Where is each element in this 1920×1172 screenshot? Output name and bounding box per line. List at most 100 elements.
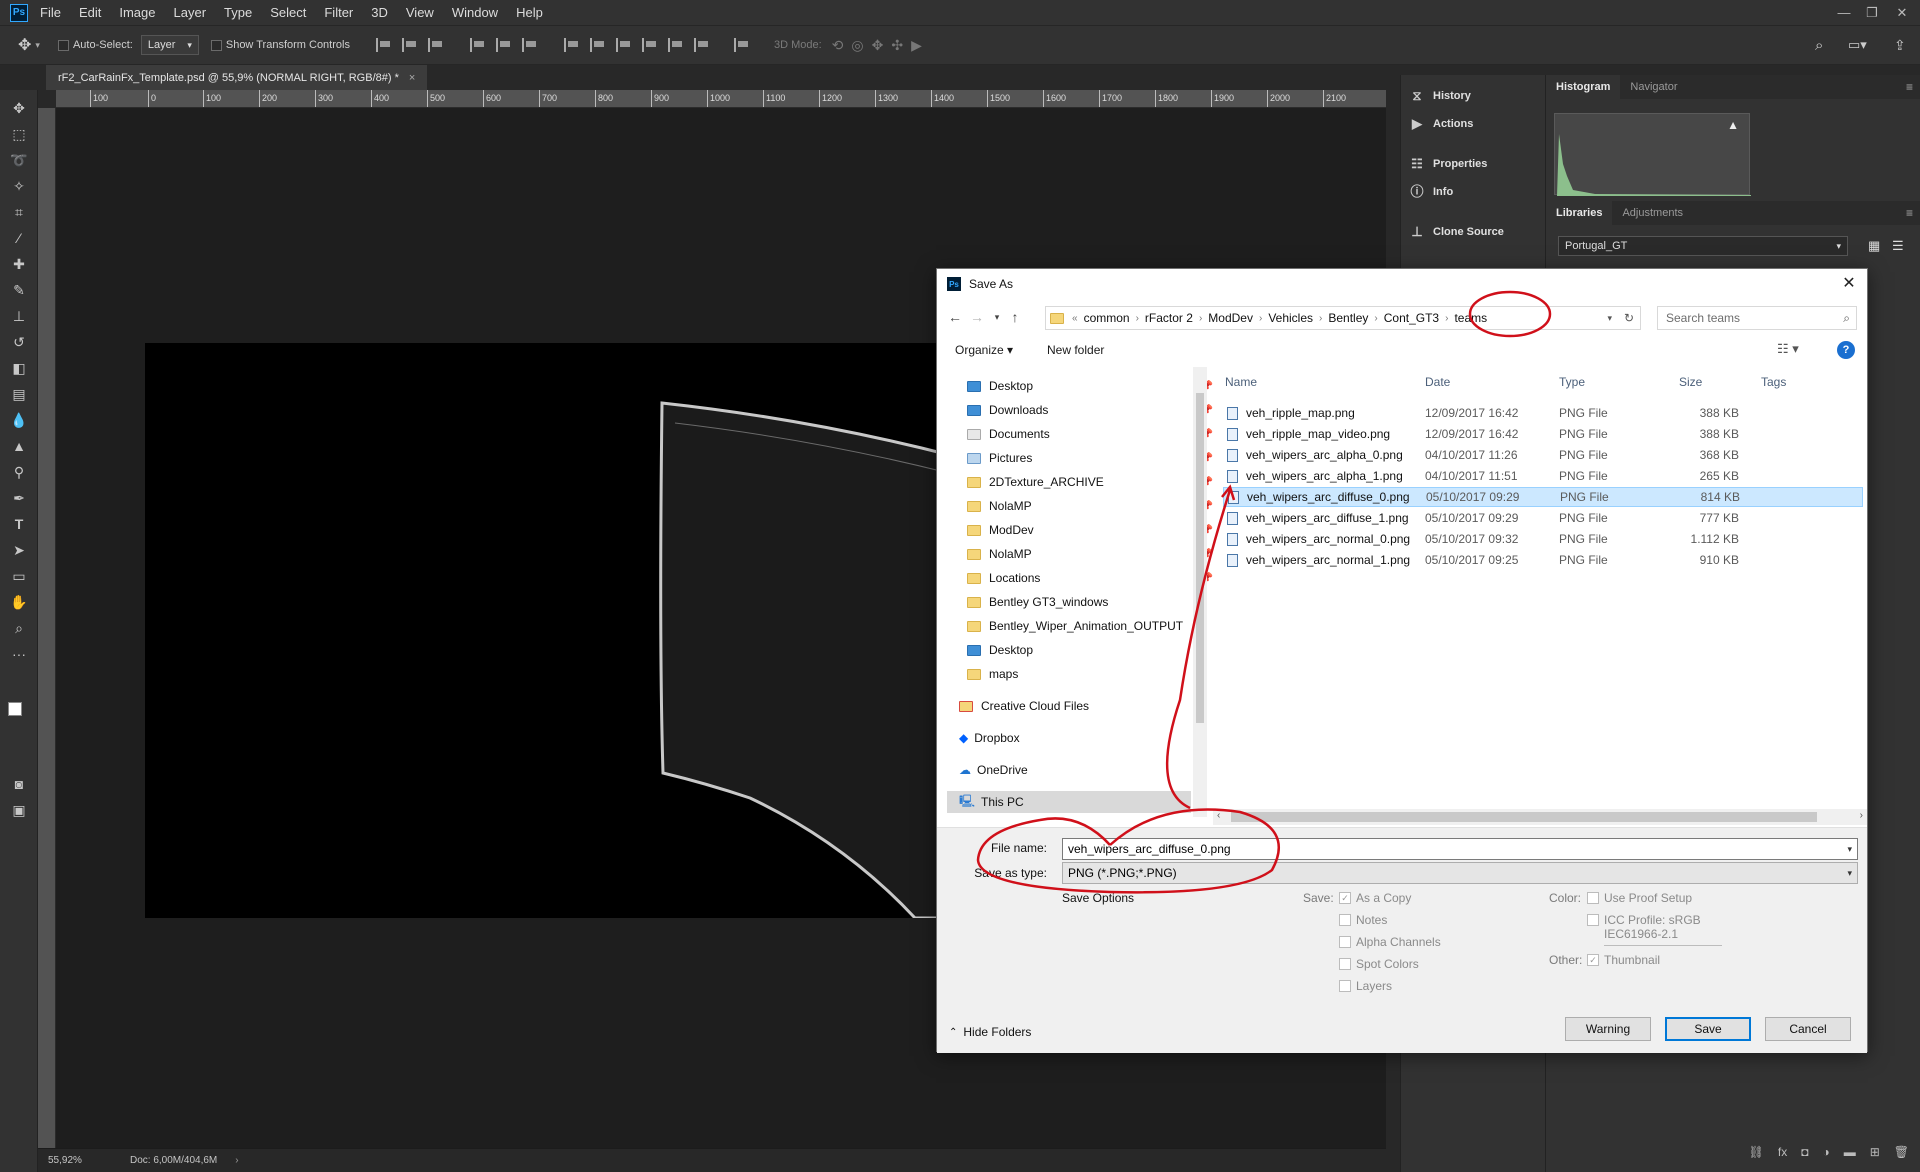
close-tab-icon[interactable]: × <box>409 72 415 84</box>
organize-button[interactable]: Organize ▾ <box>955 343 1013 357</box>
breadcrumb-item[interactable]: rFactor 2 <box>1145 311 1193 325</box>
menu-image[interactable]: Image <box>119 5 155 20</box>
distribute-bottom-icon[interactable] <box>615 38 632 52</box>
nav-item[interactable]: NolaMP📌 <box>967 495 1227 517</box>
transform-controls-checkbox[interactable] <box>210 39 222 51</box>
hand-tool-icon[interactable]: ✋ <box>8 592 30 612</box>
dodge-tool-icon[interactable]: ⚲ <box>8 462 30 482</box>
file-row-selected[interactable]: veh_wipers_arc_diffuse_0.png 05/10/2017 0… <box>1223 487 1863 507</box>
pen-tool-icon[interactable]: ✒ <box>8 488 30 508</box>
address-bar[interactable]: « common › rFactor 2 › ModDev › Vehicles › B… <box>1045 306 1641 330</box>
dock-history[interactable]: ⧖ History <box>1409 85 1539 107</box>
breadcrumb-current[interactable]: teams <box>1454 311 1487 325</box>
breadcrumb-item[interactable]: Cont_GT3 <box>1384 311 1439 325</box>
tab-histogram[interactable]: Histogram <box>1546 75 1621 99</box>
3d-pan-icon[interactable]: ✥ <box>872 37 884 54</box>
chevron-down-icon[interactable]: ▾ <box>35 40 40 51</box>
nav-item[interactable]: maps <box>967 663 1227 685</box>
dock-actions[interactable]: ▶ Actions <box>1409 113 1539 135</box>
tab-adjustments[interactable]: Adjustments <box>1612 201 1693 225</box>
nav-item[interactable]: Downloads📌 <box>967 399 1227 421</box>
foreground-color-swatch[interactable] <box>8 702 22 716</box>
breadcrumb-overflow[interactable]: « <box>1072 313 1078 324</box>
help-icon[interactable]: ? <box>1837 341 1855 359</box>
as-a-copy-checkbox[interactable]: ✓ As a Copy <box>1339 891 1411 905</box>
eraser-tool-icon[interactable]: ◧ <box>8 358 30 378</box>
path-selection-tool-icon[interactable]: ➤ <box>8 540 30 560</box>
file-row[interactable]: veh_ripple_map_video.png 12/09/2017 16:42… <box>1223 424 1863 444</box>
nav-item[interactable]: Documents📌 <box>967 423 1227 445</box>
file-row[interactable]: veh_wipers_arc_alpha_1.png 04/10/2017 11:… <box>1223 466 1863 486</box>
column-header-date[interactable]: Date <box>1425 375 1450 389</box>
align-right-icon[interactable] <box>521 38 538 52</box>
chevron-down-icon[interactable]: ▾ <box>1847 844 1852 855</box>
breadcrumb-item[interactable]: Bentley <box>1328 311 1368 325</box>
distribute-top-icon[interactable] <box>563 38 580 52</box>
column-header-name[interactable]: Name <box>1225 375 1257 389</box>
nav-item-onedrive[interactable]: ☁ OneDrive <box>959 759 1219 781</box>
nav-item[interactable]: Locations📌 <box>967 567 1227 589</box>
document-canvas[interactable] <box>145 343 1015 918</box>
auto-align-icon[interactable] <box>733 38 750 52</box>
file-name-input[interactable]: veh_wipers_arc_diffuse_0.png ▾ <box>1062 838 1858 860</box>
save-type-select[interactable]: PNG (*.PNG;*.PNG) ▾ <box>1062 862 1858 884</box>
type-tool-icon[interactable]: T <box>8 514 30 534</box>
thumbnail-checkbox[interactable]: ✓ Thumbnail <box>1587 953 1660 967</box>
scrollbar-thumb[interactable] <box>1196 393 1204 723</box>
shape-tool-icon[interactable]: ▭ <box>8 566 30 586</box>
zoom-tool-icon[interactable]: ⌕ <box>8 618 30 638</box>
blur-tool-icon[interactable]: 💧 <box>8 410 30 430</box>
zoom-level[interactable]: 55,92% <box>48 1155 118 1166</box>
restore-icon[interactable]: ❐ <box>1858 0 1886 25</box>
nav-item[interactable]: ModDev📌 <box>967 519 1227 541</box>
menu-help[interactable]: Help <box>516 5 543 20</box>
eyedropper-tool-icon[interactable]: ⁄ <box>8 228 30 248</box>
tab-libraries[interactable]: Libraries <box>1546 201 1613 225</box>
more-tools-icon[interactable]: ··· <box>8 644 30 664</box>
gradient-tool-icon[interactable]: ▤ <box>8 384 30 404</box>
close-icon[interactable]: ✕ <box>1888 0 1916 25</box>
grid-view-icon[interactable]: ▦ <box>1868 238 1880 254</box>
dock-info[interactable]: ⓘ Info <box>1409 181 1539 203</box>
menu-window[interactable]: Window <box>452 5 498 20</box>
warning-button[interactable]: Warning <box>1565 1017 1651 1041</box>
breadcrumb-item[interactable]: ModDev <box>1208 311 1253 325</box>
3d-slide-icon[interactable]: ✣ <box>891 37 903 54</box>
nav-item[interactable]: Pictures📌 <box>967 447 1227 469</box>
distribute-vcenter-icon[interactable] <box>589 38 606 52</box>
scroll-right-icon[interactable]: › <box>1860 810 1863 821</box>
file-row[interactable]: veh_ripple_map.png 12/09/2017 16:42 PNG Fi… <box>1223 403 1863 423</box>
adjustment-layer-icon[interactable]: ◑ <box>1822 1145 1829 1159</box>
marquee-tool-icon[interactable]: ⬚ <box>8 124 30 144</box>
menu-file[interactable]: File <box>40 5 61 20</box>
distribute-right-icon[interactable] <box>693 38 710 52</box>
healing-brush-tool-icon[interactable]: ✚ <box>8 254 30 274</box>
column-header-tags[interactable]: Tags <box>1761 375 1786 389</box>
back-arrow-icon[interactable]: ← <box>945 307 965 327</box>
breadcrumb-item[interactable]: common <box>1084 311 1130 325</box>
chevron-down-icon[interactable]: ▾ <box>1847 868 1852 879</box>
layers-checkbox[interactable]: Layers <box>1339 979 1392 993</box>
auto-select-checkbox[interactable] <box>57 39 69 51</box>
menu-edit[interactable]: Edit <box>79 5 101 20</box>
recent-locations-icon[interactable]: ▾ <box>987 307 1007 327</box>
clone-stamp-tool-icon[interactable]: ⊥ <box>8 306 30 326</box>
move-tool-icon[interactable]: ✥ <box>8 98 30 118</box>
new-folder-button[interactable]: New folder <box>1047 343 1104 357</box>
nav-item-dropbox[interactable]: ◆ Dropbox <box>959 727 1219 749</box>
mask-icon[interactable]: ◘ <box>1801 1145 1808 1159</box>
distribute-left-icon[interactable] <box>641 38 658 52</box>
3d-rotate-icon[interactable]: ⟲ <box>832 37 844 54</box>
alpha-channels-checkbox[interactable]: Alpha Channels <box>1339 935 1441 949</box>
align-hcenter-icon[interactable] <box>495 38 512 52</box>
menu-type[interactable]: Type <box>224 5 252 20</box>
nav-item-this-pc[interactable]: 🖳 This PC <box>947 791 1191 813</box>
scroll-left-icon[interactable]: ‹ <box>1217 810 1220 821</box>
nav-item[interactable]: Desktop📌 <box>967 375 1227 397</box>
notes-checkbox[interactable]: Notes <box>1339 913 1387 927</box>
nav-item[interactable]: 2DTexture_ARCHIVE📌 <box>967 471 1227 493</box>
new-layer-icon[interactable]: ⊞ <box>1870 1145 1880 1159</box>
chevron-down-icon[interactable]: ▾ <box>1607 313 1612 324</box>
align-bottom-icon[interactable] <box>427 38 444 52</box>
navigation-scrollbar[interactable] <box>1193 367 1207 817</box>
